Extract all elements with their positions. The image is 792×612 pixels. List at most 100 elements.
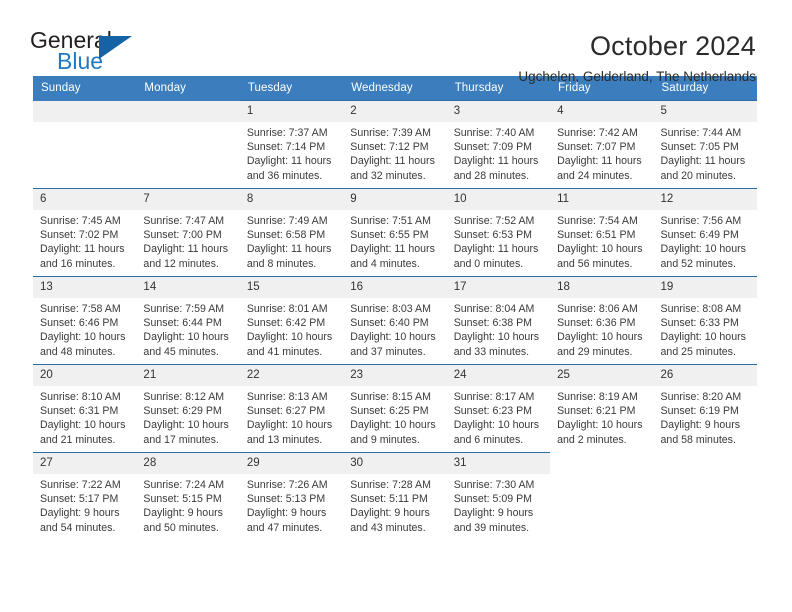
sunrise-text: Sunrise: 8:01 AM <box>246 303 328 315</box>
calendar-day-cell[interactable]: 24 Sunrise: 8:17 AM Sunset: 6:23 PM Dayligh… <box>446 364 551 453</box>
day-number: 4 <box>550 101 654 122</box>
daylight-text-line1: Daylight: 10 hours <box>40 331 126 344</box>
calendar-day-cell[interactable]: 1 Sunrise: 7:37 AM Sunset: 7:14 PM Daylight… <box>239 100 344 189</box>
day-sun-info: Sunrise: 7:22 AM Sunset: 5:17 PM Daylight:… <box>33 474 136 535</box>
calendar-day-cell[interactable]: 12 Sunrise: 7:56 AM Sunset: 6:49 PM Dayligh… <box>653 188 757 277</box>
calendar-week-row: 20 Sunrise: 8:10 AM Sunset: 6:31 PM Dayligh… <box>33 364 757 453</box>
daylight-text-line2: and 32 minutes. <box>350 169 426 182</box>
calendar-day-cell[interactable]: 14 Sunrise: 7:59 AM Sunset: 6:44 PM Dayligh… <box>136 276 240 365</box>
sunrise-text: Sunrise: 8:04 AM <box>453 303 535 315</box>
calendar-day-cell[interactable]: 29 Sunrise: 7:26 AM Sunset: 5:13 PM Dayligh… <box>239 452 344 541</box>
page-title: October 2024 <box>589 31 756 61</box>
sunrise-text: Sunrise: 7:56 AM <box>660 215 742 227</box>
sunset-text: Sunset: 6:42 PM <box>246 317 326 330</box>
daylight-text-line2: and 43 minutes. <box>350 521 426 534</box>
calendar-day-cell[interactable]: 13 Sunrise: 7:58 AM Sunset: 6:46 PM Dayligh… <box>33 276 137 365</box>
day-number: 25 <box>550 365 654 386</box>
daylight-text-line1: Daylight: 9 hours <box>246 507 327 520</box>
daylight-text-line1: Daylight: 11 hours <box>453 155 539 168</box>
sunset-text: Sunset: 6:21 PM <box>557 405 636 418</box>
title-block: October 2024 Ugchelen, Gelderland, The N… <box>518 28 756 87</box>
calendar-day-cell[interactable]: 4 Sunrise: 7:42 AM Sunset: 7:07 PM Daylight… <box>550 100 654 189</box>
calendar-day-cell[interactable]: 17 Sunrise: 8:04 AM Sunset: 6:38 PM Dayligh… <box>446 276 551 365</box>
sunset-text: Sunset: 6:27 PM <box>246 405 326 418</box>
calendar-day-cell[interactable]: 2 Sunrise: 7:39 AM Sunset: 7:12 PM Daylight… <box>343 100 447 189</box>
sunset-text: Sunset: 7:02 PM <box>40 229 119 242</box>
daylight-text-line1: Daylight: 11 hours <box>350 155 435 168</box>
daylight-text-line2: and 52 minutes. <box>660 257 736 270</box>
sunset-text: Sunset: 6:31 PM <box>40 405 119 418</box>
day-number <box>550 453 653 474</box>
daylight-text-line1: Daylight: 10 hours <box>453 419 540 432</box>
calendar-day-cell[interactable]: 23 Sunrise: 8:15 AM Sunset: 6:25 PM Dayligh… <box>343 364 447 453</box>
sunrise-text: Sunrise: 7:47 AM <box>143 215 225 227</box>
calendar-week-row: 6 Sunrise: 7:45 AM Sunset: 7:02 PM Daylight… <box>33 188 757 277</box>
calendar-day-cell[interactable]: 18 Sunrise: 8:06 AM Sunset: 6:36 PM Dayligh… <box>550 276 654 365</box>
calendar-day-cell[interactable]: 9 Sunrise: 7:51 AM Sunset: 6:55 PM Daylight… <box>343 188 447 277</box>
daylight-text-line1: Daylight: 10 hours <box>350 419 436 432</box>
calendar-day-cell[interactable]: 20 Sunrise: 8:10 AM Sunset: 6:31 PM Dayligh… <box>33 364 137 453</box>
day-sun-info: Sunrise: 7:59 AM Sunset: 6:44 PM Daylight:… <box>136 298 239 359</box>
calendar-day-cell[interactable]: 26 Sunrise: 8:20 AM Sunset: 6:19 PM Dayligh… <box>653 364 757 453</box>
day-sun-info: Sunrise: 8:20 AM Sunset: 6:19 PM Daylight:… <box>654 386 757 447</box>
calendar-table: Sunday Monday Tuesday Wednesday Thursday… <box>33 76 757 541</box>
calendar-day-cell[interactable]: 28 Sunrise: 7:24 AM Sunset: 5:15 PM Dayligh… <box>136 452 240 541</box>
daylight-text-line2: and 4 minutes. <box>350 257 420 270</box>
sunrise-text: Sunrise: 7:28 AM <box>350 479 431 491</box>
daylight-text-line1: Daylight: 9 hours <box>40 507 120 520</box>
sunrise-text: Sunrise: 7:22 AM <box>40 479 121 491</box>
day-number: 19 <box>653 277 757 298</box>
daylight-text-line2: and 39 minutes. <box>453 521 530 534</box>
calendar-day-cell[interactable]: 22 Sunrise: 8:13 AM Sunset: 6:27 PM Dayligh… <box>239 364 344 453</box>
day-sun-info: Sunrise: 8:19 AM Sunset: 6:21 PM Daylight:… <box>550 386 653 447</box>
daylight-text-line1: Daylight: 10 hours <box>143 331 229 344</box>
calendar-day-cell[interactable]: 25 Sunrise: 8:19 AM Sunset: 6:21 PM Dayligh… <box>550 364 654 453</box>
calendar-day-cell[interactable]: 3 Sunrise: 7:40 AM Sunset: 7:09 PM Daylight… <box>446 100 551 189</box>
daylight-text-line1: Daylight: 10 hours <box>660 243 746 256</box>
daylight-text-line1: Daylight: 10 hours <box>557 331 643 344</box>
calendar-day-cell[interactable]: 27 Sunrise: 7:22 AM Sunset: 5:17 PM Dayligh… <box>33 452 137 541</box>
daylight-text-line1: Daylight: 10 hours <box>557 243 643 256</box>
sunset-text: Sunset: 6:53 PM <box>453 229 533 242</box>
calendar-day-cell[interactable]: 7 Sunrise: 7:47 AM Sunset: 7:00 PM Daylight… <box>136 188 240 277</box>
sunset-text: Sunset: 6:33 PM <box>660 317 739 330</box>
calendar-day-cell[interactable]: 11 Sunrise: 7:54 AM Sunset: 6:51 PM Dayligh… <box>550 188 654 277</box>
daylight-text-line1: Daylight: 10 hours <box>453 331 540 344</box>
sunrise-text: Sunrise: 8:15 AM <box>350 391 431 403</box>
calendar-day-cell[interactable]: 8 Sunrise: 7:49 AM Sunset: 6:58 PM Daylight… <box>239 188 344 277</box>
day-number: 6 <box>33 189 137 210</box>
calendar-day-cell[interactable]: 19 Sunrise: 8:08 AM Sunset: 6:33 PM Dayligh… <box>653 276 757 365</box>
day-number: 22 <box>239 365 344 386</box>
calendar-day-cell[interactable]: 31 Sunrise: 7:30 AM Sunset: 5:09 PM Dayligh… <box>446 452 551 541</box>
calendar-day-cell[interactable]: 5 Sunrise: 7:44 AM Sunset: 7:05 PM Daylight… <box>653 100 757 189</box>
calendar-day-cell[interactable]: 21 Sunrise: 8:12 AM Sunset: 6:29 PM Dayligh… <box>136 364 240 453</box>
sunrise-text: Sunrise: 7:52 AM <box>453 215 535 227</box>
day-sun-info: Sunrise: 7:58 AM Sunset: 6:46 PM Daylight:… <box>33 298 136 359</box>
day-sun-info: Sunrise: 7:49 AM Sunset: 6:58 PM Daylight:… <box>240 210 343 271</box>
day-number: 17 <box>446 277 551 298</box>
day-number: 31 <box>446 453 551 474</box>
sunset-text: Sunset: 6:55 PM <box>350 229 429 242</box>
calendar-container: Sunday Monday Tuesday Wednesday Thursday… <box>0 76 792 541</box>
day-sun-info: Sunrise: 7:26 AM Sunset: 5:13 PM Daylight:… <box>240 474 343 535</box>
day-number: 7 <box>136 189 240 210</box>
daylight-text-line1: Daylight: 9 hours <box>453 507 534 520</box>
day-number: 2 <box>343 101 447 122</box>
calendar-day-cell[interactable]: 6 Sunrise: 7:45 AM Sunset: 7:02 PM Daylight… <box>33 188 137 277</box>
calendar-day-cell[interactable]: 10 Sunrise: 7:52 AM Sunset: 6:53 PM Dayligh… <box>446 188 551 277</box>
calendar-day-cell[interactable]: 15 Sunrise: 8:01 AM Sunset: 6:42 PM Dayligh… <box>239 276 344 365</box>
daylight-text-line2: and 47 minutes. <box>246 521 323 534</box>
day-sun-info: Sunrise: 8:04 AM Sunset: 6:38 PM Daylight:… <box>447 298 550 359</box>
sunrise-text: Sunrise: 7:37 AM <box>246 127 328 139</box>
daylight-text-line1: Daylight: 11 hours <box>557 155 642 168</box>
day-number: 24 <box>446 365 551 386</box>
calendar-day-cell[interactable]: 16 Sunrise: 8:03 AM Sunset: 6:40 PM Dayligh… <box>343 276 447 365</box>
calendar-day-cell[interactable]: 30 Sunrise: 7:28 AM Sunset: 5:11 PM Dayligh… <box>343 452 447 541</box>
sunrise-text: Sunrise: 7:30 AM <box>453 479 535 491</box>
sunset-text: Sunset: 6:19 PM <box>660 405 739 418</box>
day-number: 21 <box>136 365 240 386</box>
daylight-text-line1: Daylight: 10 hours <box>143 419 229 432</box>
calendar-week-row: 27 Sunrise: 7:22 AM Sunset: 5:17 PM Dayligh… <box>33 452 757 541</box>
sunrise-text: Sunrise: 8:19 AM <box>557 391 638 403</box>
daylight-text-line2: and 16 minutes. <box>40 257 116 270</box>
